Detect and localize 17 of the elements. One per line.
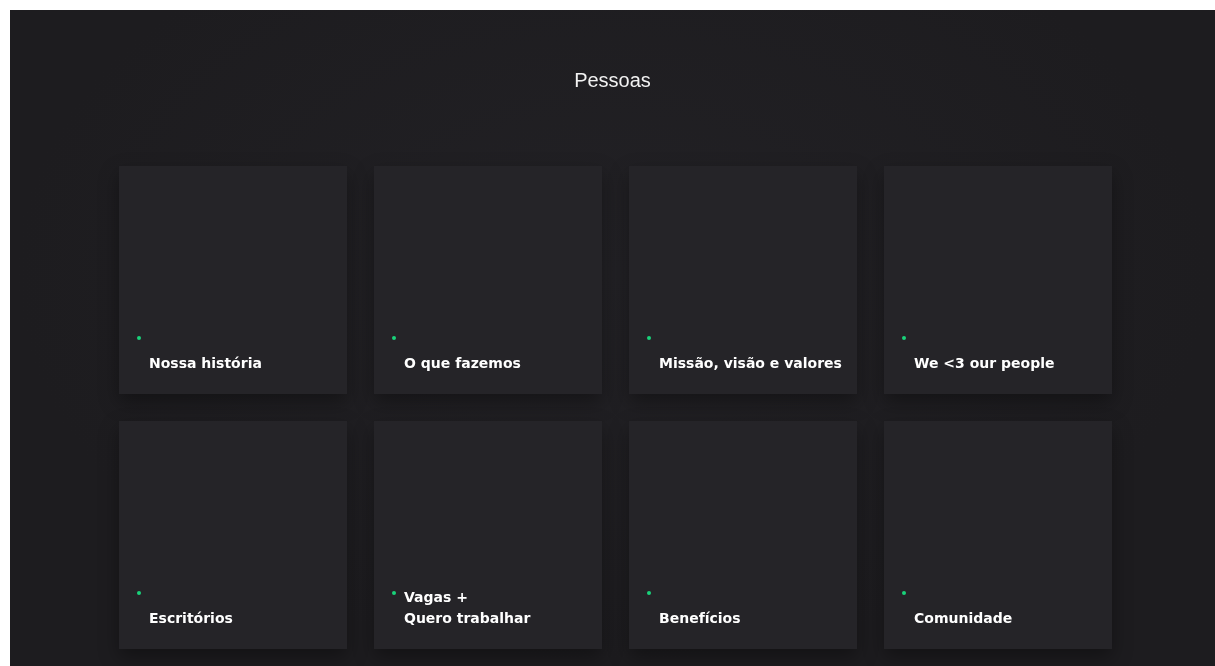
- category-card[interactable]: Vagas + Quero trabalhar: [374, 421, 602, 649]
- category-card[interactable]: O que fazemos: [374, 166, 602, 394]
- bullet-icon: [392, 591, 396, 595]
- category-card[interactable]: We <3 our people: [884, 166, 1112, 394]
- bullet-icon: [647, 591, 651, 595]
- bullet-icon: [647, 336, 651, 340]
- bullet-icon: [902, 336, 906, 340]
- bullet-icon: [137, 336, 141, 340]
- page-title: Pessoas: [573, 68, 652, 93]
- category-card[interactable]: Escritórios: [119, 421, 347, 649]
- category-card[interactable]: Nossa história: [119, 166, 347, 394]
- bullet-icon: [137, 591, 141, 595]
- category-card[interactable]: Missão, visão e valores: [629, 166, 857, 394]
- bullet-icon: [392, 336, 396, 340]
- category-card[interactable]: Comunidade: [884, 421, 1112, 649]
- bullet-icon: [902, 591, 906, 595]
- category-card[interactable]: Benefícios: [629, 421, 857, 649]
